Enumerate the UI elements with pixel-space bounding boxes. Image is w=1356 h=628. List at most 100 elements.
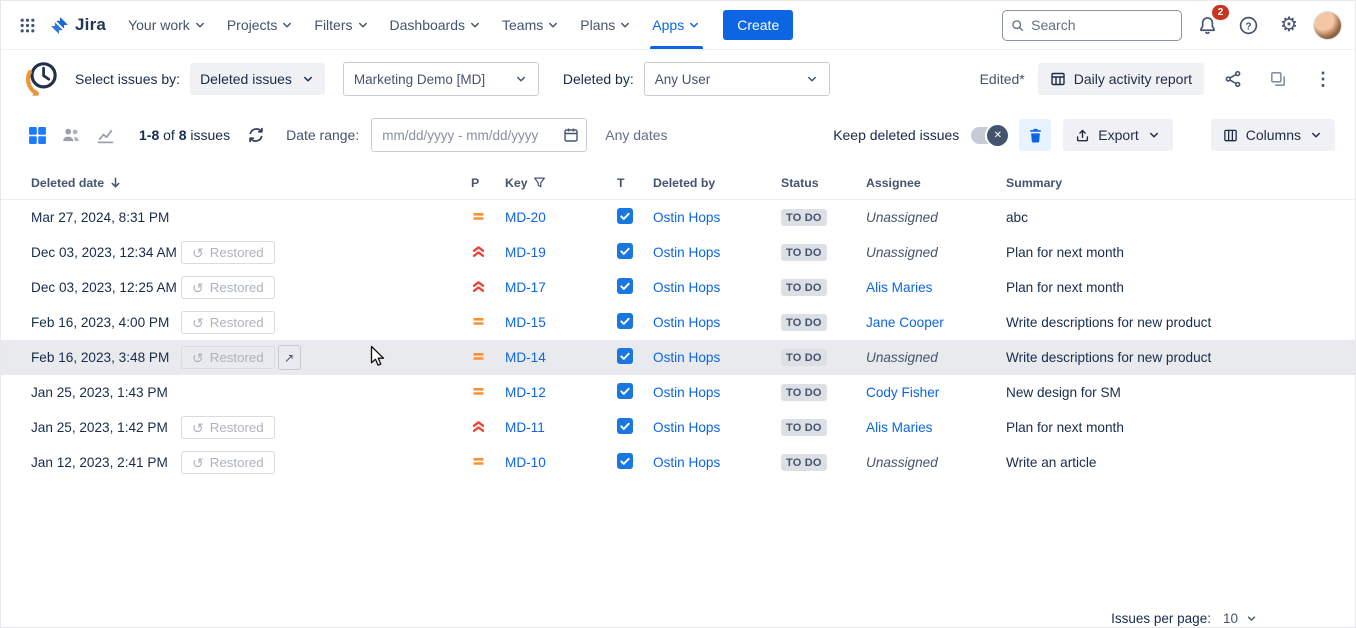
issue-type-task-icon [617,348,653,367]
issue-key-link[interactable]: MD-12 [505,385,546,400]
help-button[interactable]: ? [1232,9,1264,41]
issue-key-link[interactable]: MD-19 [505,245,546,260]
date-range-label: Date range: [286,127,359,143]
assignee-link[interactable]: Alis Maries [866,280,932,295]
search-icon [1011,18,1024,33]
issue-row-md-17[interactable]: Dec 03, 2023, 12:25 AM↺RestoredMD-17Osti… [1,270,1355,305]
issue-row-md-11[interactable]: Jan 25, 2023, 1:42 PM↺RestoredMD-11Ostin… [1,410,1355,445]
deleted-by-link[interactable]: Ostin Hops [653,280,720,295]
table-view-button[interactable] [25,123,49,147]
deleted-by-link[interactable]: Ostin Hops [653,420,720,435]
assignee-cell: Unassigned [866,210,1006,225]
chevron-down-icon [356,18,370,32]
nav-item-teams[interactable]: Teams [492,1,570,49]
assignee-cell: Alis Maries [866,280,1006,295]
issue-key-link[interactable]: MD-20 [505,210,546,225]
issue-row-md-14[interactable]: Feb 16, 2023, 3:48 PM↺Restored↗MD-14Osti… [1,340,1355,375]
deleted-by-link[interactable]: Ostin Hops [653,210,720,225]
sort-desc-icon [109,176,122,189]
priority-medium-icon [471,209,505,227]
assignee-link[interactable]: Alis Maries [866,420,932,435]
col-summary: Summary [1006,176,1339,190]
assignee-link[interactable]: Cody Fisher [866,385,939,400]
restored-external-link-icon[interactable]: ↗ [278,345,301,370]
issue-key-link[interactable]: MD-11 [505,420,545,435]
app-root: Jira Your workProjectsFiltersDashboardsT… [0,0,1356,628]
users-view-button[interactable] [59,123,83,147]
issue-key-link[interactable]: MD-10 [505,455,546,470]
daily-activity-report-button[interactable]: Daily activity report [1038,63,1204,95]
create-button[interactable]: Create [723,10,793,40]
chevron-down-icon [805,72,819,86]
svg-text:?: ? [1245,21,1251,32]
deleted-by-link[interactable]: Ostin Hops [653,385,720,400]
issues-filter-value: Deleted issues [200,71,292,87]
nav-item-dashboards[interactable]: Dashboards [380,1,493,49]
settings-button[interactable]: ⚙ [1273,9,1305,41]
issue-row-md-19[interactable]: Dec 03, 2023, 12:34 AM↺RestoredMD-19Osti… [1,235,1355,270]
issue-row-md-10[interactable]: Jan 12, 2023, 2:41 PM↺RestoredMD-10Ostin… [1,445,1355,480]
issue-key-link[interactable]: MD-15 [505,315,546,330]
assignee-link[interactable]: Jane Cooper [866,315,944,330]
filter-bar: 1-8 of 8 issues Date range: Any dates Ke… [1,112,1355,158]
deleted-date-cell: Dec 03, 2023, 12:25 AM [31,280,181,295]
status-badge: TO DO [781,209,827,226]
navbar-right: 2 ? ⚙ [1002,9,1341,41]
issues-per-page-select[interactable]: 10 [1223,611,1258,626]
nav-item-projects[interactable]: Projects [217,1,305,49]
nav-item-apps[interactable]: Apps [642,1,711,49]
deleted-by-link[interactable]: Ostin Hops [653,455,720,470]
columns-button[interactable]: Columns [1211,119,1335,151]
restore-icon: ↺ [192,351,204,365]
deleted-by-link[interactable]: Ostin Hops [653,350,720,365]
priority-medium-icon [471,349,505,367]
col-key[interactable]: Key [505,176,617,190]
assignee-cell: Unassigned [866,455,1006,470]
export-button[interactable]: Export [1063,119,1172,151]
share-button[interactable] [1217,63,1249,95]
refresh-button[interactable] [244,123,268,147]
chevron-down-icon [546,18,560,32]
col-deleted-date[interactable]: Deleted date [31,176,181,190]
edited-indicator: Edited* [980,71,1025,87]
issue-row-md-15[interactable]: Feb 16, 2023, 4:00 PM↺RestoredMD-15Ostin… [1,305,1355,340]
priority-medium-icon [471,384,505,402]
chevron-down-icon [514,72,528,86]
issue-type-task-icon [617,278,653,297]
calendar-icon[interactable] [563,127,579,143]
chevron-down-icon [468,18,482,32]
user-avatar[interactable] [1314,12,1341,39]
app-switcher-icon [19,17,36,34]
nav-item-your-work[interactable]: Your work [118,1,217,49]
issues-table-body: Mar 27, 2024, 8:31 PMMD-20Ostin HopsTO D… [1,200,1355,480]
issues-filter-select[interactable]: Deleted issues [190,63,325,95]
deleted-by-label: Deleted by: [563,71,634,87]
share-icon [1224,70,1242,88]
date-range-input[interactable] [371,118,587,152]
global-search[interactable] [1002,10,1182,41]
columns-icon [1223,128,1238,143]
issue-key-link[interactable]: MD-14 [505,350,546,365]
more-actions-button[interactable]: ⋮ [1307,63,1339,95]
nav-item-plans[interactable]: Plans [570,1,642,49]
app-switcher-button[interactable] [11,9,43,41]
search-input[interactable] [1031,17,1173,33]
deleted-date-cell: Jan 25, 2023, 1:42 PM [31,420,181,435]
jira-logo[interactable]: Jira [45,15,116,36]
notifications-button[interactable]: 2 [1191,9,1223,41]
deleted-by-link[interactable]: Ostin Hops [653,245,720,260]
issue-row-md-12[interactable]: Jan 25, 2023, 1:43 PMMD-12Ostin HopsTO D… [1,375,1355,410]
project-select[interactable]: Marketing Demo [MD] [343,62,539,96]
keep-deleted-toggle[interactable]: ✕ [971,127,1007,144]
nav-item-filters[interactable]: Filters [304,1,379,49]
delete-permanently-button[interactable] [1019,119,1051,151]
copy-export-button[interactable] [1262,63,1294,95]
date-range-field [371,118,587,152]
project-select-value: Marketing Demo [MD] [354,72,485,87]
deleted-by-select[interactable]: Any User [644,62,830,96]
issue-key-link[interactable]: MD-17 [505,280,546,295]
chevron-down-icon [1309,128,1323,142]
chart-view-button[interactable] [93,123,117,147]
issue-row-md-20[interactable]: Mar 27, 2024, 8:31 PMMD-20Ostin HopsTO D… [1,200,1355,235]
deleted-by-link[interactable]: Ostin Hops [653,315,720,330]
